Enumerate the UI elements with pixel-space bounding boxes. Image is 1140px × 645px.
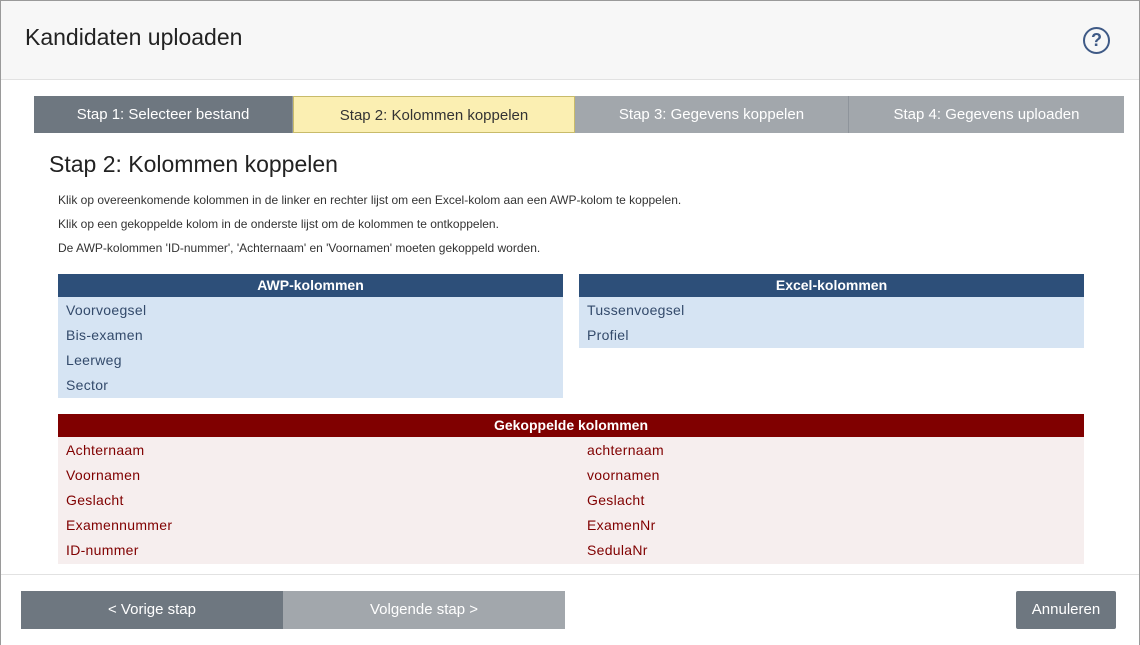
step-3-tab[interactable]: Stap 3: Gegevens koppelen [575,96,849,133]
linked-awp-column: ID-nummer [66,542,139,558]
dialog-header: Kandidaten uploaden ? [1,1,1139,80]
awp-column-item[interactable]: Bis-examen [58,323,563,348]
linked-row[interactable]: Achternaam achternaam [58,438,1084,463]
linked-columns-list: Gekoppelde kolommen Achternaam achternaa… [58,414,1084,564]
awp-columns-header: AWP-kolommen [58,274,563,297]
instruction-2: Klik op een gekoppelde kolom in de onder… [58,217,499,231]
excel-columns-list: Excel-kolommen Tussenvoegsel Profiel [579,274,1084,348]
wizard-steps: Stap 1: Selecteer bestand Stap 2: Kolomm… [34,96,1124,133]
step-2-tab[interactable]: Stap 2: Kolommen koppelen [293,96,575,133]
help-icon[interactable]: ? [1083,27,1110,54]
linked-awp-column: Achternaam [66,442,145,458]
excel-column-item[interactable]: Tussenvoegsel [579,298,1084,323]
excel-columns-body: Tussenvoegsel Profiel [579,297,1084,348]
awp-columns-list: AWP-kolommen Voorvoegsel Bis-examen Leer… [58,274,563,398]
linked-excel-column: SedulaNr [587,542,648,558]
linked-columns-body: Achternaam achternaam Voornamen voorname… [58,437,1084,564]
excel-columns-header: Excel-kolommen [579,274,1084,297]
awp-column-item[interactable]: Sector [58,373,563,398]
linked-excel-column: Geslacht [587,492,645,508]
awp-columns-body: Voorvoegsel Bis-examen Leerweg Sector [58,297,563,398]
next-step-button[interactable]: Volgende stap > [283,591,565,629]
instruction-3: De AWP-kolommen 'ID-nummer', 'Achternaam… [58,241,541,255]
page-title: Stap 2: Kolommen koppelen [49,151,338,177]
awp-column-item[interactable]: Leerweg [58,348,563,373]
linked-excel-column: achternaam [587,442,664,458]
linked-row[interactable]: Voornamen voornamen [58,463,1084,488]
linked-row[interactable]: Examennummer ExamenNr [58,513,1084,538]
step-1-tab[interactable]: Stap 1: Selecteer bestand [34,96,293,133]
cancel-button[interactable]: Annuleren [1016,591,1116,629]
dialog-footer: < Vorige stap Volgende stap > Annuleren [1,574,1139,645]
step-content: Stap 2: Kolommen koppelen Klik op overee… [49,151,1089,264]
upload-dialog: Kandidaten uploaden ? Stap 1: Selecteer … [0,0,1140,645]
linked-excel-column: ExamenNr [587,517,656,533]
linked-row[interactable]: ID-nummer SedulaNr [58,538,1084,563]
linked-awp-column: Examennummer [66,517,173,533]
previous-step-button[interactable]: < Vorige stap [21,591,283,629]
excel-column-item[interactable]: Profiel [579,323,1084,348]
linked-awp-column: Voornamen [66,467,141,483]
linked-excel-column: voornamen [587,467,660,483]
awp-column-item[interactable]: Voorvoegsel [58,298,563,323]
linked-awp-column: Geslacht [66,492,124,508]
instruction-1: Klik op overeenkomende kolommen in de li… [58,193,682,207]
linked-columns-header: Gekoppelde kolommen [58,414,1084,437]
dialog-title: Kandidaten uploaden [25,24,243,50]
linked-row[interactable]: Geslacht Geslacht [58,488,1084,513]
step-4-tab[interactable]: Stap 4: Gegevens uploaden [849,96,1124,133]
